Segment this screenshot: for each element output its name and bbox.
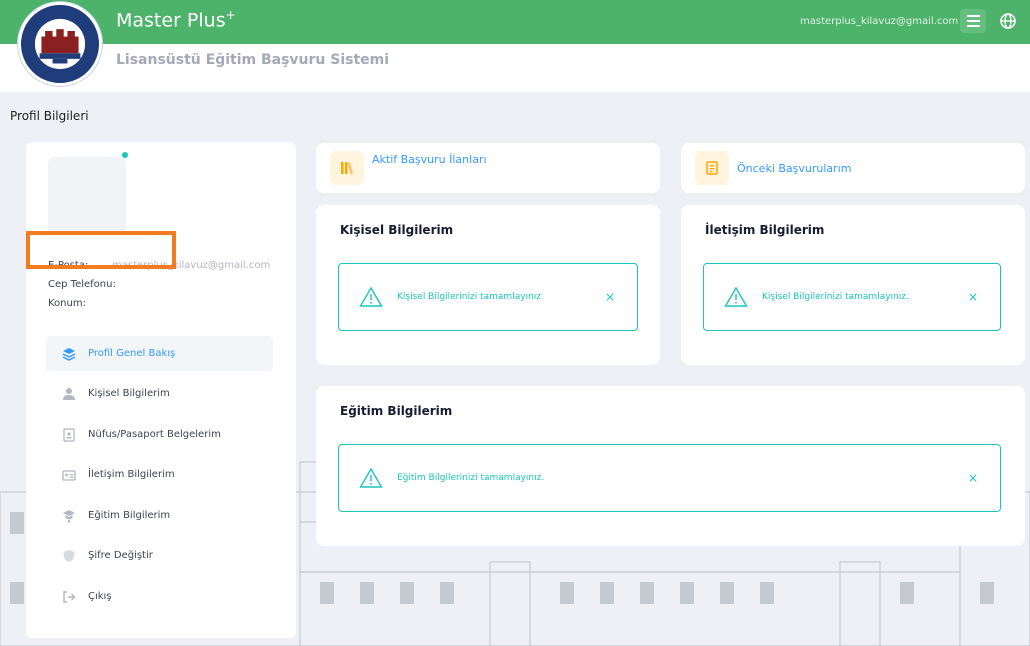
- close-icon[interactable]: ×: [605, 290, 615, 304]
- page-title: Profil Bilgileri: [10, 109, 89, 123]
- warning-icon: [359, 467, 383, 488]
- nav-contact-info[interactable]: İletişim Bilgilerim: [46, 457, 273, 492]
- nav-logout[interactable]: Çıkış: [46, 579, 273, 614]
- system-title: Lisansüstü Eğitim Başvuru Sistemi: [116, 52, 390, 68]
- nav-id-passport-documents[interactable]: Nüfus/Pasaport Belgelerim: [46, 417, 273, 452]
- personal-info-card: Kişisel Bilgilerim Kişisel Bilgilerinizi…: [316, 205, 660, 365]
- nav-personal-info[interactable]: Kişisel Bilgilerim: [46, 376, 273, 411]
- nav-label: Şifre Değiştir: [88, 550, 153, 561]
- online-status-dot: [122, 152, 128, 158]
- profile-sidebar: E-Posta: masterplus_kilavuz@gmail.com Ce…: [26, 142, 296, 638]
- close-icon[interactable]: ×: [968, 290, 978, 304]
- alert-text: Kişisel Bilgilerinizi tamamlayınız: [397, 292, 541, 302]
- nav-change-password[interactable]: Şifre Değiştir: [46, 538, 273, 573]
- nav-label: Nüfus/Pasaport Belgelerim: [88, 429, 221, 440]
- hamburger-menu-button[interactable]: [960, 9, 986, 33]
- phone-label: Cep Telefonu:: [48, 279, 116, 290]
- id-card-icon: [63, 427, 75, 442]
- shield-icon: [63, 549, 75, 562]
- nav-profile-overview[interactable]: Profil Genel Bakış: [46, 336, 273, 371]
- previous-applications-link[interactable]: Önceki Başvurularım: [681, 143, 1025, 193]
- university-seal-icon: [22, 6, 98, 82]
- graduation-icon: [63, 509, 75, 522]
- close-icon[interactable]: ×: [968, 471, 978, 485]
- personal-info-title: Kişisel Bilgilerim: [340, 223, 454, 237]
- layers-icon: [62, 347, 76, 361]
- education-info-alert: Eğitim Bilgilerinizi tamamlayınız. ×: [338, 444, 1001, 512]
- active-calls-link[interactable]: Aktif Başvuru İlanları: [316, 143, 660, 193]
- selection-highlight-box: [26, 231, 176, 269]
- education-info-card: Eğitim Bilgilerim Eğitim Bilgilerinizi t…: [316, 386, 1025, 546]
- brand-name: Master Plus: [116, 9, 226, 32]
- personal-info-alert: Kişisel Bilgilerinizi tamamlayınız ×: [338, 263, 638, 331]
- user-icon: [63, 387, 75, 400]
- location-label: Konum:: [48, 298, 86, 309]
- user-email[interactable]: masterplus_kilavuz@gmail.com: [800, 16, 958, 27]
- contact-info-title: İletişim Bilgilerim: [705, 223, 825, 237]
- contact-card-icon: [62, 469, 76, 481]
- previous-applications-label: Önceki Başvurularım: [737, 161, 852, 175]
- nav-label: Kişisel Bilgilerim: [88, 388, 170, 399]
- nav-label: İletişim Bilgilerim: [88, 469, 175, 480]
- contact-info-card: İletişim Bilgilerim Kişisel Bilgileriniz…: [681, 205, 1025, 365]
- contact-info-alert: Kişisel Bilgilerinizi tamamlayınız. ×: [703, 263, 1001, 331]
- books-icon: [330, 151, 364, 185]
- logout-icon: [63, 590, 76, 603]
- nav-label: Eğitim Bilgilerim: [88, 510, 171, 521]
- warning-icon: [724, 286, 748, 307]
- university-logo[interactable]: [18, 2, 102, 86]
- warning-icon: [359, 286, 383, 307]
- alert-text: Eğitim Bilgilerinizi tamamlayınız.: [397, 473, 545, 483]
- nav-education-info[interactable]: Eğitim Bilgilerim: [46, 498, 273, 533]
- alert-text: Kişisel Bilgilerinizi tamamlayınız.: [762, 292, 909, 302]
- active-calls-label: Aktif Başvuru İlanları: [372, 152, 487, 166]
- brand-plus: +: [225, 8, 236, 22]
- nav-label: Çıkış: [88, 591, 112, 602]
- nav-label: Profil Genel Bakış: [88, 348, 176, 359]
- app-brand[interactable]: Master Plus+: [116, 8, 236, 31]
- document-list-icon: [695, 151, 729, 185]
- avatar[interactable]: [48, 157, 126, 235]
- language-globe-icon[interactable]: [1000, 13, 1016, 29]
- education-info-title: Eğitim Bilgilerim: [340, 404, 453, 418]
